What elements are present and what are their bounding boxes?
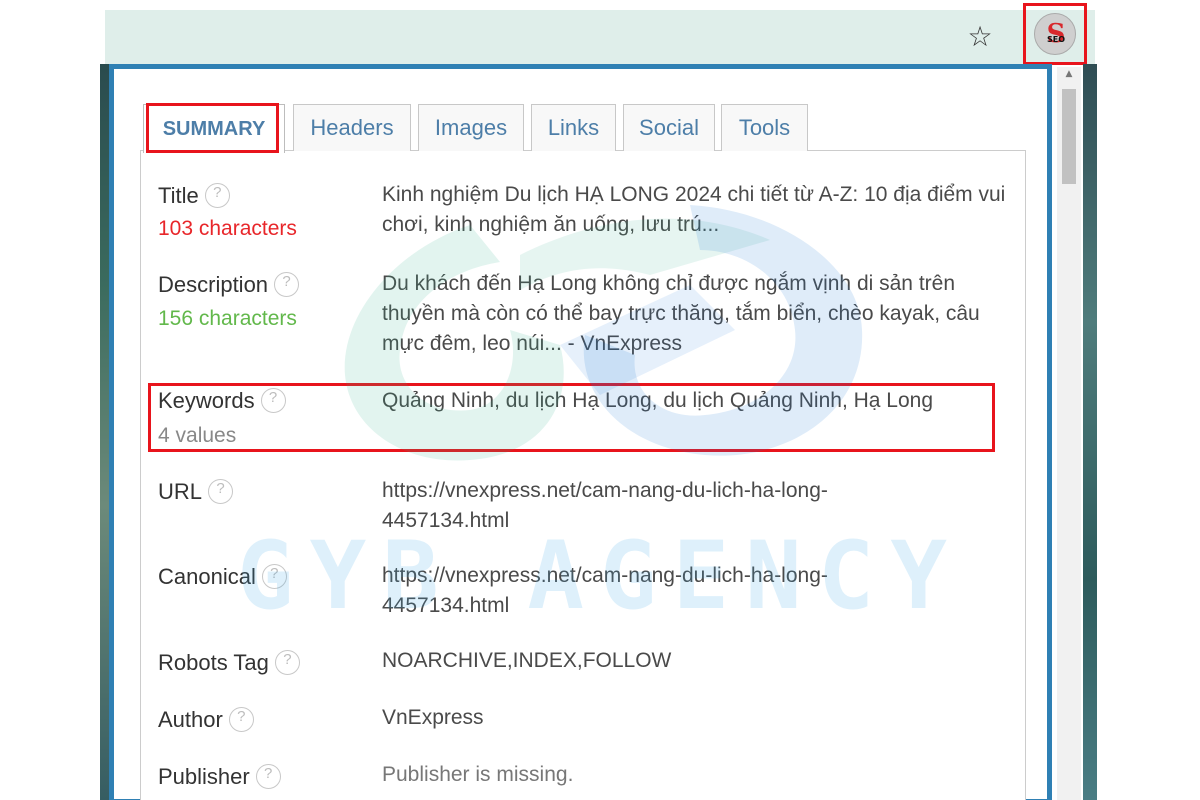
help-icon[interactable]: ? — [255, 763, 281, 789]
help-icon[interactable]: ? — [204, 182, 230, 208]
robots-tag-value: NOARCHIVE,INDEX,FOLLOW — [382, 649, 672, 672]
help-icon[interactable]: ? — [228, 706, 254, 732]
canonical-label: Canonical? — [158, 563, 287, 591]
seo-extension-button[interactable]: S SEO — [1023, 3, 1087, 65]
robots-label-text: Robots Tag — [158, 650, 269, 675]
extension-logo-letter: S — [1046, 19, 1066, 49]
publisher-label-text: Publisher — [158, 764, 250, 789]
publisher-value: Publisher is missing. — [382, 763, 574, 786]
url-value[interactable]: https://vnexpress.net/cam-nang-du-lich-h… — [382, 476, 922, 536]
tab-tools[interactable]: Tools — [721, 104, 808, 151]
title-label: Title? — [158, 182, 230, 210]
popup-scrollbar[interactable]: ▲ — [1057, 67, 1081, 800]
screenshot: ☆ S SEO ▲ SUMMARY Headers Images Links S… — [0, 0, 1200, 800]
author-value: VnExpress — [382, 706, 484, 729]
description-label: Description? — [158, 271, 300, 299]
scroll-thumb[interactable] — [1062, 89, 1076, 184]
author-label: Author? — [158, 706, 254, 734]
title-value: Kinh nghiệm Du lịch HẠ LONG 2024 chi tiế… — [382, 183, 1006, 236]
help-icon[interactable]: ? — [208, 478, 234, 504]
description-char-count: 156 characters — [158, 307, 297, 330]
tab-links[interactable]: Links — [531, 104, 616, 151]
canonical-label-text: Canonical — [158, 564, 256, 589]
bookmark-star-icon[interactable]: ☆ — [960, 17, 1000, 57]
scroll-up-arrow-icon[interactable]: ▲ — [1057, 69, 1081, 83]
tab-headers[interactable]: Headers — [293, 104, 411, 151]
tab-images[interactable]: Images — [418, 104, 524, 151]
title-char-count: 103 characters — [158, 217, 297, 240]
description-value: Du khách đến Hạ Long không chỉ được ngắm… — [382, 272, 980, 355]
canonical-value[interactable]: https://vnexpress.net/cam-nang-du-lich-h… — [382, 561, 922, 621]
url-label-text: URL — [158, 479, 203, 504]
keywords-highlight — [148, 383, 995, 452]
help-icon[interactable]: ? — [274, 271, 300, 297]
help-icon[interactable]: ? — [274, 649, 300, 675]
tab-social[interactable]: Social — [623, 104, 715, 151]
title-label-text: Title — [158, 183, 199, 208]
seo-extension-icon: S SEO — [1034, 13, 1076, 55]
summary-tab-highlight — [146, 103, 279, 153]
publisher-label: Publisher? — [158, 763, 281, 791]
help-icon[interactable]: ? — [261, 563, 287, 589]
robots-tag-label: Robots Tag? — [158, 649, 300, 677]
author-label-text: Author — [158, 707, 223, 732]
description-label-text: Description — [158, 272, 269, 297]
browser-toolbar — [105, 10, 1095, 64]
url-label: URL? — [158, 478, 234, 506]
page-background-right — [1083, 64, 1097, 800]
extension-logo-text: SEO — [1046, 35, 1066, 44]
